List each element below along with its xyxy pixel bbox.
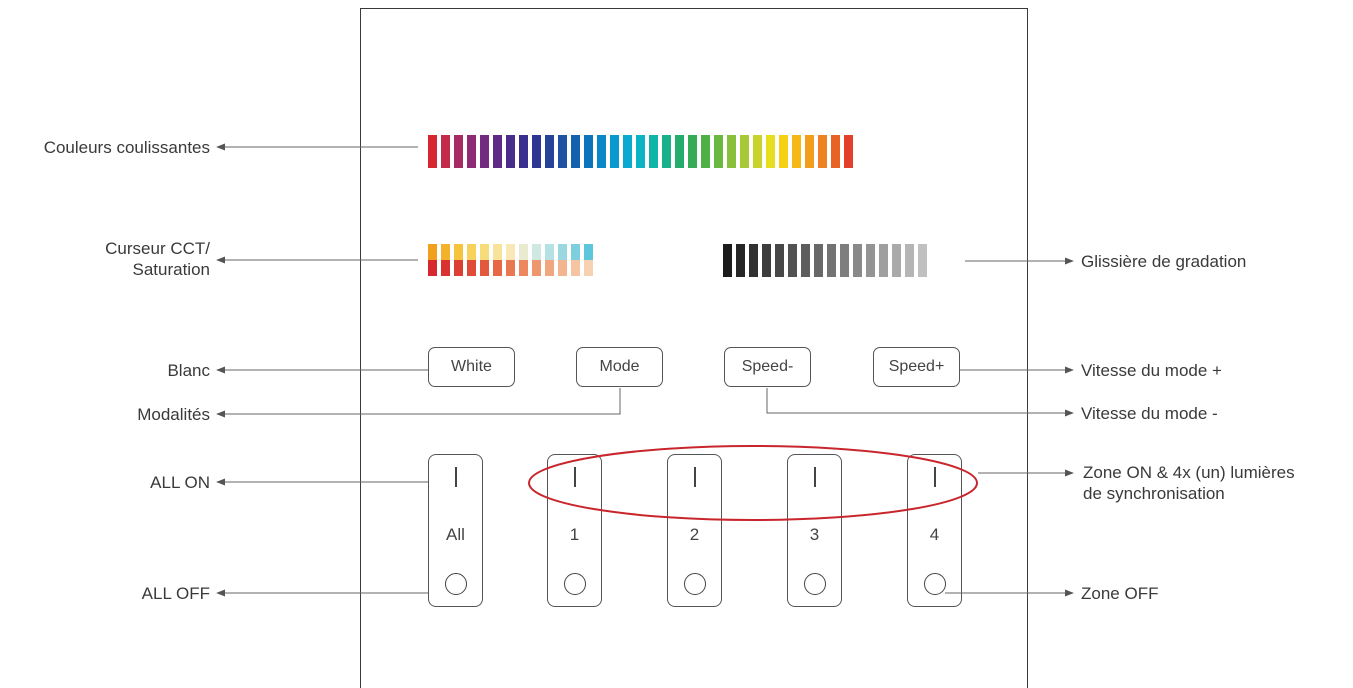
label-vitesse-plus: Vitesse du mode +	[1081, 361, 1222, 380]
label-cct-line2: Saturation	[132, 260, 211, 279]
label-blanc: Blanc	[167, 361, 210, 380]
zone-on-highlight-ellipse	[528, 445, 978, 521]
arrow-vitesse-moins	[766, 388, 1074, 417]
label-zone-off: Zone OFF	[1081, 584, 1159, 603]
label-modalites: Modalités	[137, 405, 210, 424]
label-zone-on-line2: de synchronisation	[1083, 484, 1225, 503]
label-cct-line1: Curseur CCT/	[105, 239, 210, 258]
label-all-on: ALL ON	[150, 473, 210, 492]
label-couleurs-coulissantes: Couleurs coulissantes	[43, 138, 210, 157]
label-gradation: Glissière de gradation	[1081, 252, 1247, 271]
callout-lines	[216, 143, 1074, 597]
label-vitesse-moins: Vitesse du mode -	[1081, 404, 1218, 423]
label-all-off: ALL OFF	[141, 584, 210, 603]
label-zone-on-line1: Zone ON & 4x (un) lumières	[1083, 463, 1295, 482]
arrow-modalites	[216, 388, 621, 418]
